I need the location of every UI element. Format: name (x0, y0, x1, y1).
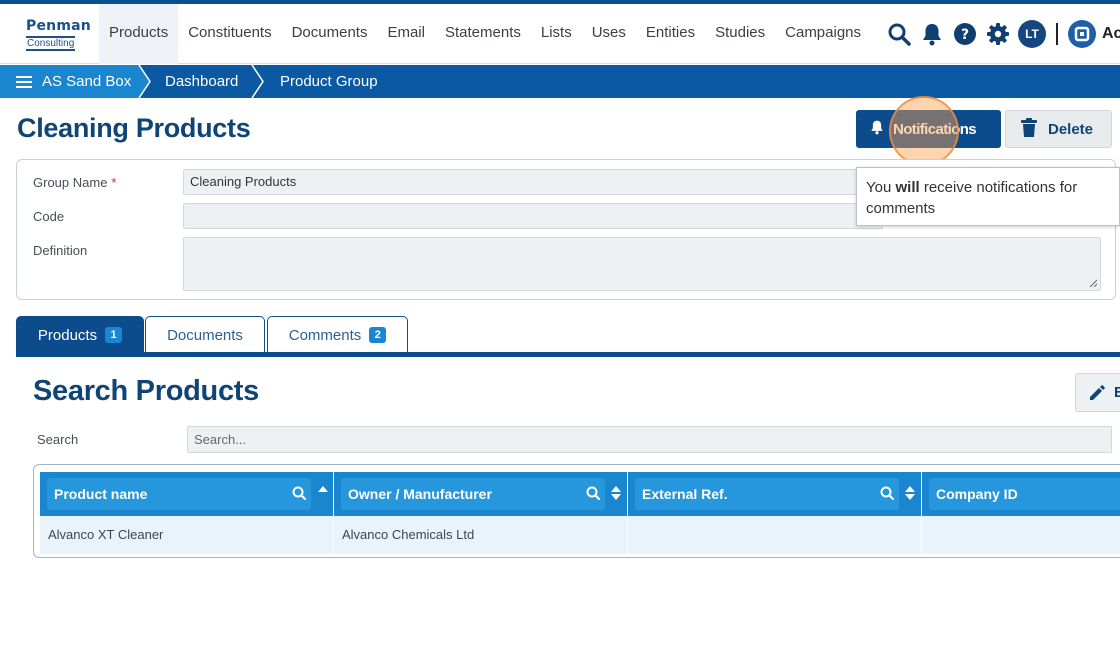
code-field[interactable] (183, 203, 883, 229)
column-filter-owner[interactable]: Owner / Manufacturer (341, 478, 605, 510)
tab-products-label: Products (37, 326, 98, 344)
breadcrumb-chevron-icon (137, 65, 151, 98)
column-header-company-id[interactable]: Company ID (922, 472, 1120, 516)
search-icon[interactable] (586, 486, 600, 500)
tab-documents-label: Documents (167, 326, 243, 344)
column-filter-company-id[interactable]: Company ID (929, 478, 1120, 510)
bell-icon (870, 119, 884, 139)
help-icon[interactable]: ? (952, 21, 978, 47)
trash-icon (1021, 117, 1037, 141)
menu-icon[interactable] (16, 75, 32, 88)
code-label: Code (33, 209, 65, 224)
column-label-owner: Owner / Manufacturer (348, 486, 492, 502)
click-highlight (889, 96, 959, 166)
sort-icon[interactable] (905, 485, 915, 501)
table-row[interactable]: Alvanco XT Cleaner Alvanco Chemicals Ltd (40, 516, 1120, 554)
nav-item-constituents[interactable]: Constituents (178, 4, 281, 64)
svg-text:?: ? (961, 27, 969, 43)
nav-item-statements[interactable]: Statements (435, 4, 531, 64)
resize-grip-icon[interactable] (1089, 279, 1097, 287)
tab-comments[interactable]: Comments 2 (267, 316, 408, 353)
page-title: Cleaning Products (17, 113, 251, 143)
account-label[interactable]: Ac (1102, 25, 1120, 43)
search-icon[interactable] (880, 486, 894, 500)
search-icon[interactable] (886, 21, 912, 47)
tab-products[interactable]: Products 1 (16, 316, 144, 353)
required-marker: * (111, 175, 117, 190)
column-label-product-name: Product name (54, 486, 148, 502)
nav-item-campaigns[interactable]: Campaigns (775, 4, 871, 64)
nav-item-studies[interactable]: Studies (705, 4, 775, 64)
tab-comments-count-badge: 2 (369, 327, 387, 343)
nav-item-email[interactable]: Email (377, 4, 435, 64)
breadcrumb-label-sandbox: AS Sand Box (42, 73, 132, 90)
delete-button[interactable]: Delete (1005, 110, 1112, 148)
nav-item-uses[interactable]: Uses (582, 4, 636, 64)
breadcrumb-chevron-icon (251, 65, 264, 98)
edit-label: E (1114, 384, 1120, 401)
gear-icon[interactable] (985, 21, 1011, 47)
user-avatar[interactable]: LT (1018, 20, 1046, 48)
nav-item-entities[interactable]: Entities (636, 4, 705, 64)
search-input[interactable]: Search... (187, 426, 1112, 453)
column-filter-product-name[interactable]: Product name (47, 478, 311, 510)
cell-owner: Alvanco Chemicals Ltd (334, 516, 628, 554)
breadcrumb-item-dashboard[interactable]: Dashboard (165, 65, 238, 98)
column-label-company-id: Company ID (936, 486, 1018, 502)
breadcrumb-item-home[interactable]: AS Sand Box (0, 65, 137, 98)
group-name-label: Group Name * (33, 175, 116, 190)
breadcrumb: AS Sand Box Dashboard Product Group (0, 65, 1120, 98)
brand-logo[interactable]: Penman Consulting (26, 18, 91, 51)
tooltip-text-bold: will (895, 179, 920, 196)
tab-products-count-badge: 1 (105, 327, 123, 343)
sort-asc-icon[interactable] (318, 485, 328, 499)
nav-icon-group: ? LT Ac (886, 18, 1120, 50)
nav-item-products[interactable]: Products (99, 4, 179, 64)
tab-comments-label: Comments (288, 326, 362, 344)
products-table: Product name Owner / Manufacturer Extern… (33, 464, 1120, 558)
definition-label: Definition (33, 243, 88, 258)
bell-icon[interactable] (919, 21, 945, 47)
sort-icon[interactable] (611, 485, 621, 501)
column-header-owner[interactable]: Owner / Manufacturer (334, 472, 628, 516)
group-name-field[interactable]: Cleaning Products (183, 169, 883, 195)
column-header-product-name[interactable]: Product name (40, 472, 334, 516)
tab-documents[interactable]: Documents (145, 316, 265, 353)
search-label: Search (37, 432, 79, 447)
group-name-label-text: Group Name (33, 175, 108, 190)
search-products-title: Search Products (33, 375, 259, 407)
tab-underline (16, 352, 1120, 357)
search-icon[interactable] (292, 486, 306, 500)
column-header-external-ref[interactable]: External Ref. (628, 472, 922, 516)
tooltip-text-pre: You (866, 179, 896, 196)
table-header: Product name Owner / Manufacturer Extern… (40, 472, 1120, 516)
top-navigation: Penman Consulting Products Constituents … (0, 4, 1120, 64)
brand-line2: Consulting (26, 36, 76, 51)
pencil-icon (1090, 384, 1105, 400)
nav-items: Products Constituents Documents Email St… (99, 4, 871, 64)
nav-item-documents[interactable]: Documents (282, 4, 378, 64)
delete-label: Delete (1048, 120, 1094, 138)
column-filter-external-ref[interactable]: External Ref. (635, 478, 899, 510)
cell-external-ref (628, 516, 922, 554)
definition-field[interactable] (183, 237, 1101, 291)
cell-company-id (922, 516, 1120, 554)
column-label-external-ref: External Ref. (642, 486, 728, 502)
brand-line1: Penman (26, 18, 91, 34)
app-switcher-icon[interactable] (1068, 20, 1096, 48)
nav-item-lists[interactable]: Lists (531, 4, 582, 64)
notifications-tooltip: You will receive notifications for comme… (856, 167, 1120, 226)
edit-button[interactable]: E (1075, 373, 1120, 412)
cell-product-name[interactable]: Alvanco XT Cleaner (40, 516, 334, 554)
breadcrumb-item-product-group[interactable]: Product Group (280, 65, 378, 98)
nav-divider (1056, 23, 1058, 45)
